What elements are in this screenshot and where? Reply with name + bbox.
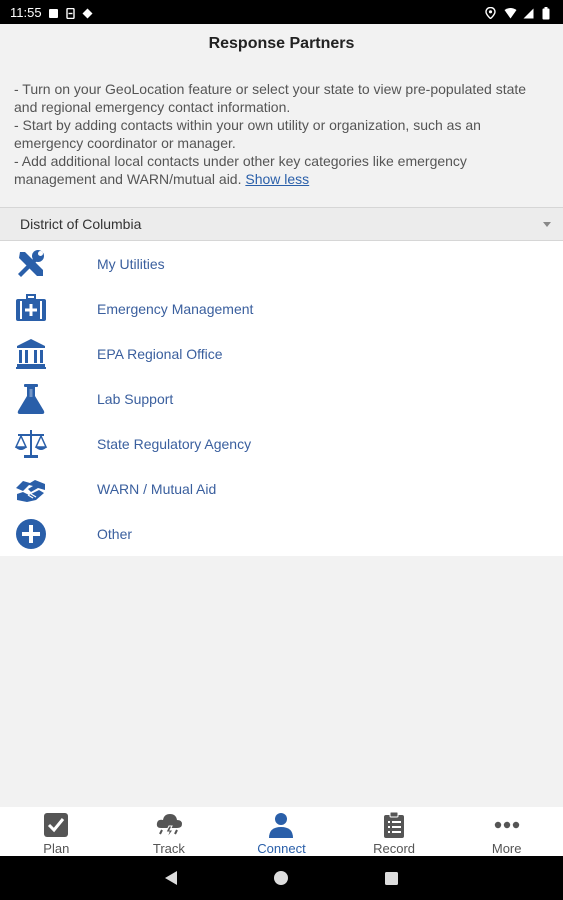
intro-line-1: - Turn on your GeoLocation feature or se…	[14, 81, 527, 115]
balance-scale-icon	[13, 426, 49, 462]
tab-label: Plan	[43, 841, 70, 856]
app-header: Response Partners	[0, 24, 563, 64]
category-label: WARN / Mutual Aid	[97, 480, 217, 497]
bottom-nav: Plan Track Connect Record More	[0, 807, 563, 856]
status-bar: 11:55	[0, 0, 563, 24]
flask-icon	[13, 381, 49, 417]
plus-circle-icon	[13, 516, 49, 552]
category-epa-regional-office[interactable]: EPA Regional Office	[0, 331, 563, 376]
tab-more[interactable]: More	[450, 807, 563, 856]
location-pin-icon	[485, 6, 496, 19]
cellular-signal-icon	[523, 7, 534, 18]
intro-text: - Turn on your GeoLocation feature or se…	[0, 80, 563, 188]
state-select[interactable]: District of Columbia	[0, 207, 563, 241]
tools-icon	[13, 246, 49, 282]
category-my-utilities[interactable]: My Utilities	[0, 241, 563, 286]
category-warn-mutual-aid[interactable]: WARN / Mutual Aid	[0, 466, 563, 511]
tab-plan[interactable]: Plan	[0, 807, 113, 856]
state-select-value: District of Columbia	[20, 216, 142, 232]
tab-label: Track	[152, 841, 185, 856]
category-label: State Regulatory Agency	[97, 435, 252, 452]
category-label: Emergency Management	[97, 300, 254, 317]
person-icon	[267, 811, 295, 839]
tab-label: Connect	[257, 841, 306, 856]
tab-track[interactable]: Track	[113, 807, 226, 856]
category-list: My Utilities Emergency Management EPA Re…	[0, 241, 563, 556]
more-dots-icon	[493, 811, 521, 839]
category-label: My Utilities	[97, 255, 165, 272]
system-nav-bar	[0, 856, 563, 900]
chevron-down-icon	[543, 221, 551, 227]
status-time: 11:55	[10, 4, 42, 20]
category-label: EPA Regional Office	[97, 345, 223, 362]
tab-label: Record	[373, 841, 416, 856]
government-building-icon	[13, 336, 49, 372]
category-lab-support[interactable]: Lab Support	[0, 376, 563, 421]
clipboard-icon	[380, 811, 408, 839]
storm-cloud-icon	[155, 811, 183, 839]
home-icon[interactable]	[273, 870, 289, 886]
handshake-icon	[13, 471, 49, 507]
category-label: Other	[97, 525, 133, 542]
back-icon[interactable]	[164, 870, 178, 886]
recents-icon[interactable]	[384, 871, 399, 886]
status-right	[485, 6, 553, 19]
wifi-icon	[504, 7, 517, 18]
tab-connect[interactable]: Connect	[225, 807, 338, 856]
show-less-link[interactable]: Show less	[245, 171, 309, 187]
battery-icon	[542, 6, 553, 19]
category-label: Lab Support	[97, 390, 174, 407]
category-other[interactable]: Other	[0, 511, 563, 556]
location-target-icon	[82, 7, 93, 18]
intro-line-3-text: - Add additional local contacts under ot…	[14, 153, 467, 187]
intro-line-2: - Start by adding contacts within your o…	[14, 117, 481, 151]
checkbox-icon	[42, 811, 70, 839]
sim-icon	[65, 7, 76, 19]
medical-kit-icon	[13, 291, 49, 327]
category-emergency-management[interactable]: Emergency Management	[0, 286, 563, 331]
tab-record[interactable]: Record	[338, 807, 451, 856]
page-title: Response Partners	[208, 35, 355, 52]
tab-label: More	[491, 841, 522, 856]
intro-line-3: - Add additional local contacts under ot…	[14, 152, 549, 188]
status-left: 11:55	[10, 5, 93, 20]
notification-icon	[48, 7, 59, 18]
category-state-regulatory-agency[interactable]: State Regulatory Agency	[0, 421, 563, 466]
